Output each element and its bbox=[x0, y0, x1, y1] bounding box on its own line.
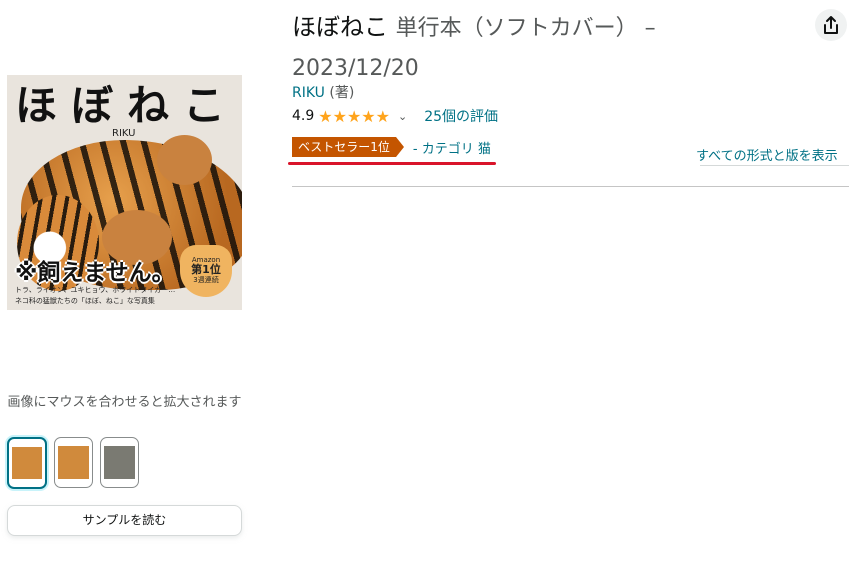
product-date: 2023/12/20 bbox=[292, 56, 419, 81]
cover-subtext: トラ、ライオン、ユキヒョウ、ホワイトタイガー… bbox=[15, 286, 176, 294]
thumbnail-cover-alt[interactable] bbox=[54, 437, 93, 488]
rating-value: 4.9 bbox=[292, 108, 315, 124]
product-title-text: ほぼねこ bbox=[292, 13, 388, 41]
rating-count-link[interactable]: 25個の評価 bbox=[424, 106, 498, 126]
cover-author: RIKU bbox=[112, 128, 136, 139]
author-link[interactable]: RIKU bbox=[292, 85, 325, 101]
zoom-hint-text: 画像にマウスを合わせると拡大されます bbox=[7, 395, 242, 410]
chevron-down-icon[interactable]: ⌄ bbox=[398, 110, 407, 123]
divider bbox=[700, 165, 849, 166]
read-sample-button[interactable]: サンプルを読む bbox=[7, 505, 242, 536]
share-icon bbox=[824, 16, 838, 34]
tiger-paw-image bbox=[157, 135, 212, 185]
bestseller-badge: ベストセラー1位 bbox=[292, 137, 404, 157]
share-button[interactable] bbox=[815, 9, 847, 41]
badge-rank: 第1位 bbox=[191, 263, 221, 276]
cover-tagline: ※飼えません。 bbox=[15, 260, 175, 286]
highlight-underline bbox=[288, 162, 496, 165]
cover-subtext: ネコ科の猛獣たちの「ほぼ、ねこ」な写真集 bbox=[15, 297, 155, 305]
thumbnail-strip bbox=[7, 437, 139, 489]
divider bbox=[292, 186, 849, 187]
thumbnail-image bbox=[12, 447, 42, 479]
product-format: 単行本（ソフトカバー） – bbox=[395, 16, 656, 41]
amazon-rank-badge: Amazon 第1位 3週連続 bbox=[180, 245, 232, 297]
bestseller-row: ベストセラー1位 - カテゴリ 猫 bbox=[292, 137, 491, 157]
author-role: (著) bbox=[329, 85, 355, 101]
rating-row: 4.9 ★★★★★ ⌄ 25個の評価 bbox=[292, 106, 498, 126]
thumbnail-image bbox=[104, 446, 135, 479]
badge-line: 3週連続 bbox=[193, 276, 219, 284]
main-product-image[interactable]: ほぼねこ RIKU ※飼えません。 トラ、ライオン、ユキヒョウ、ホワイトタイガー… bbox=[7, 75, 242, 310]
thumbnail-cover[interactable] bbox=[7, 437, 47, 489]
star-rating-icon[interactable]: ★★★★★ bbox=[318, 107, 390, 126]
all-formats-link[interactable]: すべての形式と版を表示 bbox=[696, 145, 838, 164]
thumbnail-inside-page[interactable] bbox=[100, 437, 139, 488]
cover-title: ほぼねこ bbox=[15, 81, 240, 130]
bestseller-category-link[interactable]: - カテゴリ 猫 bbox=[413, 138, 491, 157]
product-title: ほぼねこ 単行本（ソフトカバー） – 2023/12/20 bbox=[292, 8, 722, 88]
author-line: RIKU (著) bbox=[292, 82, 354, 102]
thumbnail-image bbox=[58, 446, 89, 479]
